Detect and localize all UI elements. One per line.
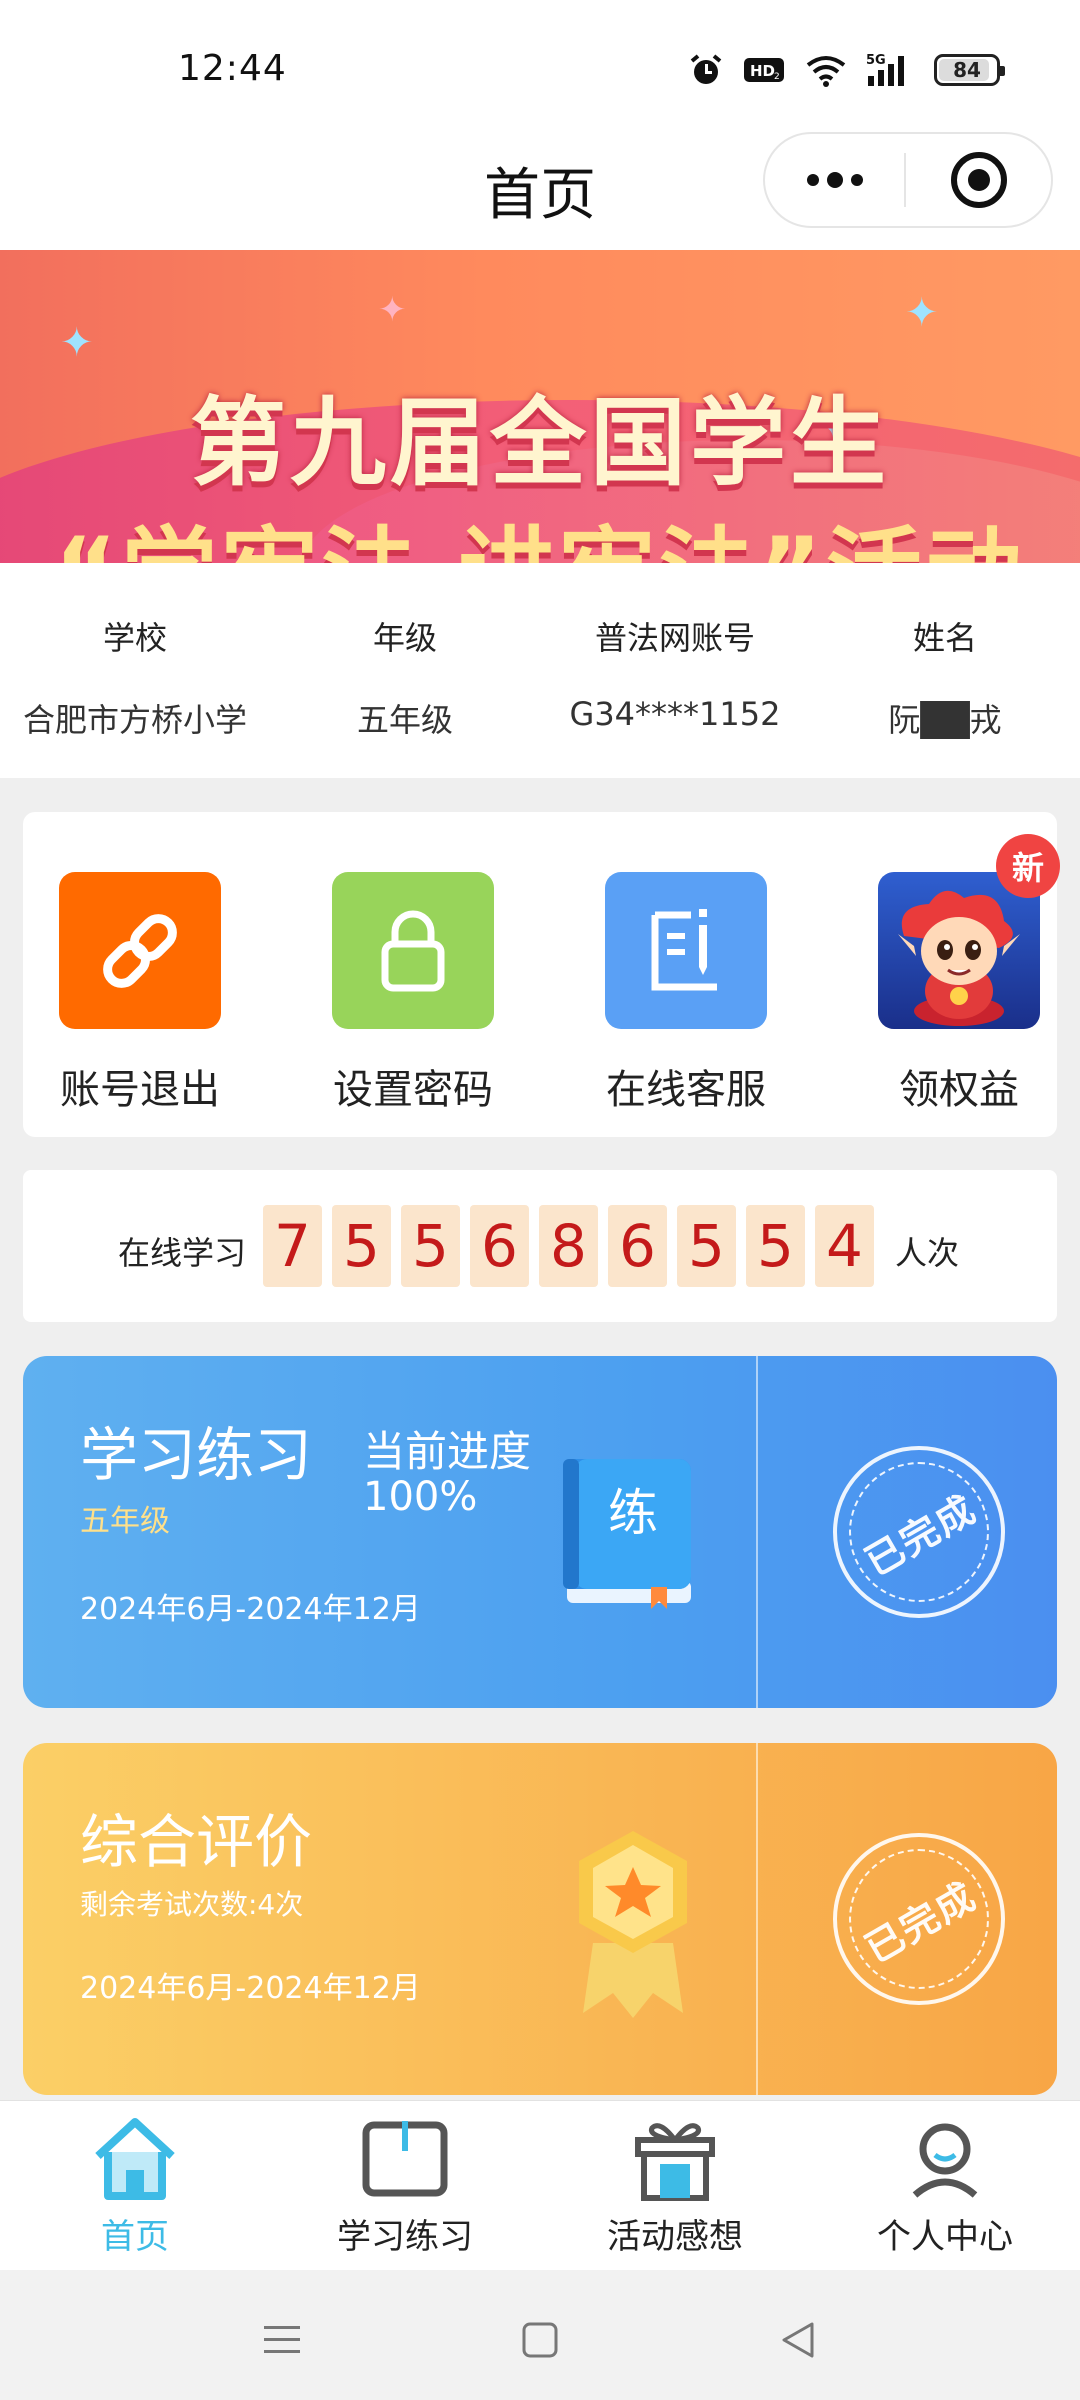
sparkle-icon: ✦ bbox=[60, 320, 94, 366]
tab-label: 首页 bbox=[101, 2217, 169, 2257]
rewards-action[interactable]: 新 领权益 bbox=[864, 834, 1060, 1115]
account-info: 普法网账号 G34****1152 bbox=[555, 613, 795, 733]
tab-label: 学习练习 bbox=[337, 2217, 473, 2257]
more-button[interactable] bbox=[765, 132, 904, 228]
signal-5g-icon: 5G bbox=[866, 52, 916, 88]
wifi-icon bbox=[804, 52, 848, 88]
banner-headline: 第九届全国学生 bbox=[190, 387, 890, 499]
svg-text:2: 2 bbox=[774, 72, 780, 82]
bottom-tab-bar: 首页 学习练习 活动感想 个人中心 bbox=[0, 2100, 1080, 2270]
medal-icon bbox=[563, 1823, 703, 2023]
book-icon bbox=[295, 2111, 515, 2207]
nav-bar: 首页 bbox=[0, 130, 1080, 250]
account-label: 普法网账号 bbox=[594, 619, 755, 657]
set-password-action[interactable]: 设置密码 bbox=[318, 872, 508, 1115]
stamp-text: 已完成 bbox=[857, 1485, 984, 1585]
counter-digit: 8 bbox=[539, 1205, 598, 1287]
quick-actions: 账号退出 设置密码 在线客服 新 领权益 bbox=[23, 812, 1060, 1137]
book-char: 练 bbox=[608, 1484, 658, 1542]
svg-text:5G: 5G bbox=[866, 53, 886, 68]
remaining-attempts: 剩余考试次数:4次 bbox=[80, 1888, 304, 1921]
lock-icon bbox=[332, 872, 494, 1029]
status-time: 12:44 bbox=[178, 48, 287, 89]
sparkle-icon: ✦ bbox=[378, 290, 407, 330]
target-icon bbox=[950, 152, 1007, 208]
alarm-icon bbox=[688, 52, 724, 88]
counter-digit: 4 bbox=[815, 1205, 874, 1287]
card-divider bbox=[756, 1743, 758, 2095]
counter-digit: 5 bbox=[746, 1205, 805, 1287]
practice-date-range: 2024年6月-2024年12月 bbox=[80, 1592, 421, 1627]
mascot-icon: 新 bbox=[878, 834, 1060, 1029]
card-divider bbox=[756, 1356, 758, 1708]
action-label: 设置密码 bbox=[333, 1067, 493, 1113]
gift-icon bbox=[565, 2111, 785, 2207]
svg-text:HD: HD bbox=[750, 62, 775, 80]
tab-study[interactable]: 学习练习 bbox=[295, 2111, 515, 2258]
tab-profile[interactable]: 个人中心 bbox=[835, 2111, 1055, 2258]
hd-icon: HD 2 bbox=[742, 52, 786, 88]
name-info: 姓名 阮██戎 bbox=[855, 613, 1035, 741]
counter-digit: 7 bbox=[263, 1205, 322, 1287]
tab-home[interactable]: 首页 bbox=[25, 2111, 245, 2258]
counter-prefix: 在线学习 bbox=[118, 1234, 247, 1272]
completed-stamp: 已完成 bbox=[833, 1446, 1005, 1618]
completed-stamp: 已完成 bbox=[833, 1833, 1005, 2005]
link-icon bbox=[59, 872, 221, 1029]
banner-subheadline: “学宪法 讲宪法”活动 bbox=[0, 495, 1080, 563]
action-label: 领权益 bbox=[899, 1067, 1019, 1113]
evaluation-card[interactable]: 综合评价 剩余考试次数:4次 2024年6月-2024年12月 已完成 bbox=[23, 1743, 1057, 2095]
home-square-icon[interactable] bbox=[510, 2310, 570, 2370]
evaluation-date-range: 2024年6月-2024年12月 bbox=[80, 1971, 421, 2006]
evaluation-title: 综合评价 bbox=[80, 1808, 313, 1876]
battery-indicator: 84 bbox=[934, 54, 1005, 86]
event-banner[interactable]: ✦ ✦ ✦ ✦ 第九届全国学生 “学宪法 讲宪法”活动 bbox=[0, 250, 1080, 563]
action-label: 账号退出 bbox=[60, 1067, 220, 1113]
status-icons: HD 2 5G 84 bbox=[688, 52, 1005, 88]
name-label: 姓名 bbox=[912, 619, 977, 657]
tab-label: 活动感想 bbox=[607, 2217, 743, 2257]
counter-suffix: 人次 bbox=[895, 1234, 960, 1272]
counter-digit: 5 bbox=[677, 1205, 736, 1287]
counter-digit: 5 bbox=[401, 1205, 460, 1287]
grade-label: 年级 bbox=[372, 619, 437, 657]
practice-card[interactable]: 学习练习 五年级 2024年6月-2024年12月 当前进度 100% 练 已完… bbox=[23, 1356, 1057, 1708]
tab-label: 个人中心 bbox=[877, 2217, 1013, 2257]
user-icon bbox=[835, 2111, 1055, 2207]
mini-program-capsule bbox=[763, 132, 1053, 228]
home-icon bbox=[25, 2111, 245, 2207]
sparkle-icon: ✦ bbox=[905, 290, 939, 336]
student-info: 学校 合肥市方桥小学 年级 五年级 普法网账号 G34****1152 姓名 阮… bbox=[0, 563, 1080, 778]
counter-digits: 7 5 5 6 8 6 5 5 4 bbox=[263, 1205, 874, 1287]
grade-value: 五年级 bbox=[356, 701, 453, 739]
system-nav-bar bbox=[0, 2270, 1080, 2400]
name-value: 阮██戎 bbox=[888, 701, 1002, 739]
new-badge: 新 bbox=[996, 834, 1060, 898]
counter-digit: 6 bbox=[470, 1205, 529, 1287]
menu-icon[interactable] bbox=[252, 2310, 312, 2370]
online-study-counter: 在线学习 7 5 5 6 8 6 5 5 4 人次 bbox=[23, 1170, 1057, 1322]
progress-label: 当前进度 bbox=[363, 1427, 532, 1476]
school-value: 合肥市方桥小学 bbox=[22, 701, 247, 739]
status-bar: 12:44 HD 2 5G 84 bbox=[0, 0, 1080, 130]
stamp-text: 已完成 bbox=[857, 1872, 984, 1972]
counter-digit: 5 bbox=[332, 1205, 391, 1287]
tab-activity[interactable]: 活动感想 bbox=[565, 2111, 785, 2258]
action-label: 在线客服 bbox=[606, 1067, 766, 1113]
close-button[interactable] bbox=[906, 132, 1051, 228]
grade-info: 年级 五年级 bbox=[315, 613, 495, 741]
back-triangle-icon[interactable] bbox=[768, 2310, 828, 2370]
practice-grade: 五年级 bbox=[80, 1504, 170, 1539]
edit-document-icon bbox=[605, 872, 767, 1029]
practice-title: 学习练习 bbox=[80, 1421, 313, 1489]
progress-value: 100% bbox=[363, 1474, 478, 1520]
customer-service-action[interactable]: 在线客服 bbox=[591, 872, 781, 1115]
counter-digit: 6 bbox=[608, 1205, 667, 1287]
logout-action[interactable]: 账号退出 bbox=[45, 872, 235, 1115]
book-icon: 练 bbox=[553, 1451, 698, 1616]
school-label: 学校 bbox=[102, 619, 167, 657]
account-value: G34****1152 bbox=[569, 695, 781, 733]
battery-level: 84 bbox=[953, 58, 981, 82]
school-info: 学校 合肥市方桥小学 bbox=[20, 613, 250, 741]
